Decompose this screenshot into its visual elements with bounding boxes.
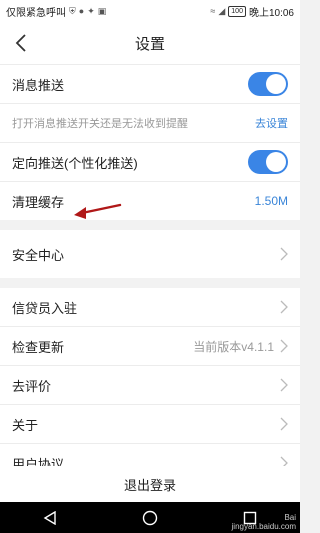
image-icon: ▣ <box>97 5 107 16</box>
status-bar: 仅限紧急呼叫 ⛨ ● ✦ ▣ ≈ ◢ 100 晚上10:06 <box>0 0 300 22</box>
about-label: 关于 <box>12 417 39 433</box>
triangle-back-icon <box>43 510 56 525</box>
targeted-push-label: 定向推送(个性化推送) <box>12 155 138 171</box>
shield-icon: ⛨ <box>69 5 76 16</box>
nav-home-button[interactable] <box>141 509 159 527</box>
system-nav-bar: Bai jingyan.baidu.com <box>0 502 300 533</box>
chevron-right-icon <box>280 247 288 261</box>
loan-officer-label: 信贷员入驻 <box>12 300 78 316</box>
clear-cache-row[interactable]: 清理缓存 1.50M <box>0 182 300 220</box>
logout-button[interactable]: 退出登录 <box>0 466 300 502</box>
back-arrow-icon <box>15 34 26 52</box>
settings-screen: 仅限紧急呼叫 ⛨ ● ✦ ▣ ≈ ◢ 100 晚上10:06 设置 消息推送 打… <box>0 0 300 533</box>
push-row: 消息推送 <box>0 65 300 104</box>
rate-label: 去评价 <box>12 378 52 394</box>
back-button[interactable] <box>8 30 34 56</box>
clear-cache-label: 清理缓存 <box>12 194 65 210</box>
status-left: 仅限紧急呼叫 ⛨ ● ✦ ▣ <box>6 4 106 19</box>
chevron-right-icon <box>280 300 288 314</box>
general-group: 信贷员入驻 检查更新 当前版本v4.1.1 去评价 关于 用户协议 <box>0 288 300 482</box>
check-update-row[interactable]: 检查更新 当前版本v4.1.1 <box>0 327 300 366</box>
security-center-row[interactable]: 安全中心 <box>0 230 300 278</box>
watermark-line1: Bai <box>284 513 296 522</box>
version-text: 当前版本v4.1.1 <box>193 339 274 354</box>
signal-icon: ◢ <box>218 5 226 16</box>
carrier-text: 仅限紧急呼叫 <box>6 7 66 19</box>
chevron-right-icon <box>280 378 288 392</box>
app-icon: ● <box>78 6 85 16</box>
chevron-right-icon <box>280 417 288 431</box>
page-title: 设置 <box>134 35 165 53</box>
push-hint-text: 打开消息推送开关还是无法收到提醒 <box>12 118 188 130</box>
loan-officer-row[interactable]: 信贷员入驻 <box>0 288 300 327</box>
targeted-push-toggle[interactable] <box>248 150 288 174</box>
cache-size: 1.50M <box>254 194 288 208</box>
targeted-push-row: 定向推送(个性化推送) <box>0 143 300 182</box>
watermark: Bai jingyan.baidu.com <box>232 513 296 531</box>
rate-row[interactable]: 去评价 <box>0 366 300 405</box>
security-center-label: 安全中心 <box>12 247 65 263</box>
watermark-line2: jingyan.baidu.com <box>231 522 296 531</box>
about-row[interactable]: 关于 <box>0 405 300 444</box>
status-right: ≈ ◢ 100 晚上10:06 <box>210 4 294 19</box>
bird-icon: ✦ <box>87 5 95 16</box>
notification-group: 消息推送 打开消息推送开关还是无法收到提醒 去设置 定向推送(个性化推送) 清理… <box>0 65 300 220</box>
header: 设置 <box>0 22 300 65</box>
nav-back-button[interactable] <box>41 509 59 527</box>
push-hint-row: 打开消息推送开关还是无法收到提醒 去设置 <box>0 104 300 143</box>
push-label: 消息推送 <box>12 77 65 93</box>
security-group: 安全中心 <box>0 230 300 278</box>
chevron-right-icon <box>280 339 288 353</box>
clock: 晚上10:06 <box>248 7 294 19</box>
wifi-icon: ≈ <box>210 6 216 16</box>
push-toggle[interactable] <box>248 72 288 96</box>
go-settings-link[interactable]: 去设置 <box>255 115 288 131</box>
circle-home-icon <box>142 510 158 525</box>
battery-indicator: 100 <box>228 5 246 17</box>
check-update-label: 检查更新 <box>12 339 65 355</box>
